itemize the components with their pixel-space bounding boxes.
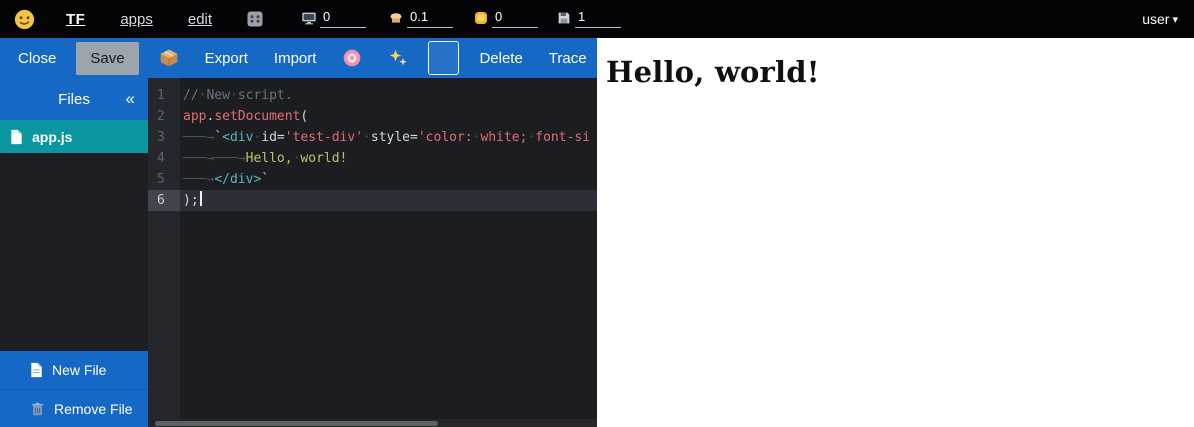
text-cursor [200,191,202,206]
smiley-icon[interactable] [14,9,35,30]
file-name: app.js [32,129,72,145]
code-line[interactable]: ); [180,190,597,211]
stat-value-monitor[interactable]: 0 [320,10,366,28]
sparkles-icon [388,48,408,68]
new-file-icon [30,362,43,378]
user-menu[interactable]: user ▾ [1142,11,1178,27]
new-file-label: New File [52,362,106,378]
blank-button[interactable] [428,41,459,75]
trace-button[interactable]: Trace [543,42,593,75]
code-line[interactable]: app.setDocument( [180,106,597,127]
trash-icon [30,401,45,417]
package-icon [159,48,179,68]
floppy-icon [556,10,572,26]
collapse-sidebar-button[interactable]: « [121,78,140,120]
close-button[interactable]: Close [12,42,62,75]
file-icon [10,129,23,145]
bread-icon [388,10,404,26]
code-line[interactable]: //·New·script. [180,85,597,106]
line-number: 6 [148,190,180,211]
files-header: Files « [0,78,148,120]
toolbar: Close Save Export Import Delete Trace [0,38,597,78]
stat-value-floppy[interactable]: 1 [575,10,621,28]
export-button[interactable]: Export [199,42,254,75]
donut-button[interactable] [336,42,368,74]
file-item-appjs[interactable]: app.js [0,120,148,153]
import-button[interactable]: Import [268,42,323,75]
output-pane: Hello, world! [597,38,1194,427]
topbar: TF apps edit 0 0.1 0 [0,0,1194,38]
stat-value-bread[interactable]: 0.1 [407,10,453,28]
scrollbar-thumb[interactable] [155,421,438,426]
code-area[interactable]: //·New·script.app.setDocument(───→`<div·… [180,78,597,427]
horizontal-scrollbar[interactable] [148,419,597,427]
code-editor[interactable]: 123456 //·New·script.app.setDocument(───… [148,78,597,427]
code-line[interactable]: ───→</div>` [180,169,597,190]
donut-icon [342,48,362,68]
stat-floppy: 1 [556,10,621,28]
gutter: 123456 [148,78,180,427]
line-number: 1 [148,85,180,106]
coin-icon [473,10,489,26]
output-heading: Hello, world! [606,55,1194,89]
user-menu-label: user [1142,11,1169,27]
files-title: Files [58,91,90,108]
stat-monitor: 0 [301,10,366,28]
line-number: 3 [148,127,180,148]
code-line[interactable]: ───→───→Hello,·world! [180,148,597,169]
edit-link[interactable]: edit [188,11,212,28]
sidebar-spacer [0,153,148,351]
sidebar: Files « app.js New File Remove File [0,78,148,427]
controls-icon[interactable] [246,10,264,28]
new-file-button[interactable]: New File [0,351,148,389]
line-number: 4 [148,148,180,169]
remove-file-label: Remove File [54,401,133,417]
stat-value-coin[interactable]: 0 [492,10,538,28]
delete-button[interactable]: Delete [473,42,528,75]
line-number: 5 [148,169,180,190]
package-button[interactable] [153,42,185,74]
stat-bread: 0.1 [388,10,453,28]
sparkles-button[interactable] [382,42,414,74]
line-number: 2 [148,106,180,127]
caret-down-icon: ▾ [1172,13,1178,26]
code-lines: //·New·script.app.setDocument(───→`<div·… [180,78,597,211]
stat-coin: 0 [473,10,538,28]
brand-link[interactable]: TF [66,11,85,28]
monitor-icon [301,10,317,26]
remove-file-button[interactable]: Remove File [0,389,148,427]
code-line[interactable]: ───→`<div·id='test-div'·style='color:·wh… [180,127,597,148]
apps-link[interactable]: apps [120,11,153,28]
save-button[interactable]: Save [76,42,138,75]
gutter-inner: 123456 [148,78,180,211]
